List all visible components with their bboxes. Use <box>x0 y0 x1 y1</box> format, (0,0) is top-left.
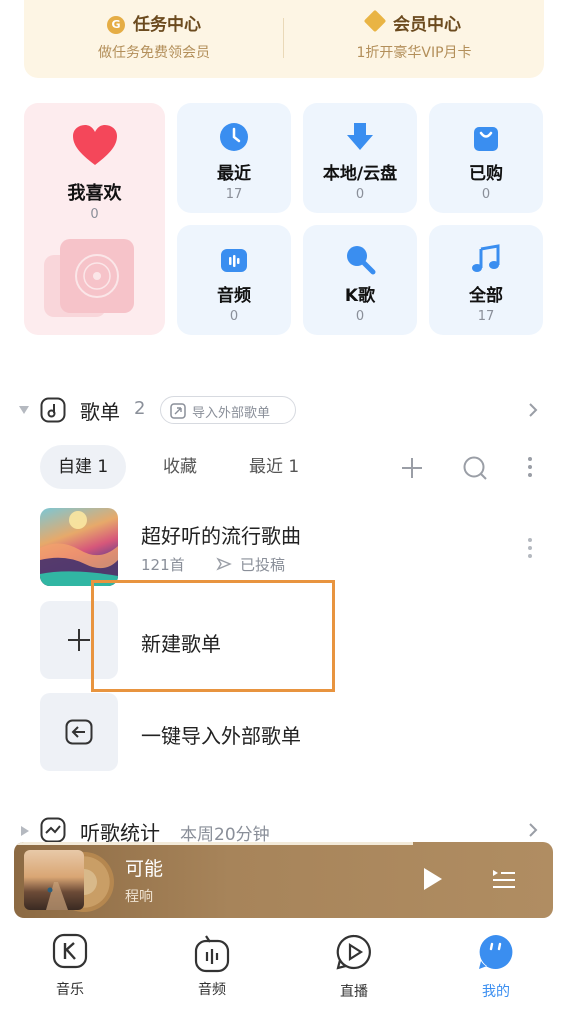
vip-center-card[interactable]: 会员中心 1折开豪华VIP月卡 <box>284 0 544 78</box>
nav-label: 我的 <box>482 984 510 1000</box>
favorites-count: 0 <box>90 207 99 222</box>
download-arrow-icon <box>347 123 373 150</box>
profile-face-icon <box>479 935 513 969</box>
vip-center-subtitle: 1折开豪华VIP月卡 <box>356 45 472 61</box>
tile-label: K歌 <box>344 286 376 306</box>
tile-local-cloud[interactable]: 本地/云盘 0 <box>303 103 417 213</box>
vip-diamond-icon <box>363 9 387 33</box>
stats-chevron-icon[interactable] <box>528 822 538 838</box>
playlist-section-header[interactable]: 歌单 2 导入外部歌单 <box>0 390 567 430</box>
now-playing-cover <box>24 850 84 910</box>
collapse-triangle-icon[interactable] <box>18 405 30 415</box>
tile-count: 0 <box>229 309 239 324</box>
tile-count: 17 <box>477 309 495 324</box>
nav-label: 直播 <box>340 984 368 1000</box>
tile-label: 最近 <box>217 164 251 184</box>
task-center-label: 任务中心 <box>133 15 201 35</box>
task-center-card[interactable]: G 任务中心 做任务免费领会员 <box>24 0 284 78</box>
plus-icon <box>68 629 90 651</box>
tile-count: 17 <box>225 187 243 202</box>
nav-label: 音频 <box>198 982 226 998</box>
tile-label: 音频 <box>217 286 251 306</box>
import-playlist-label: 一键导入外部歌单 <box>141 724 301 748</box>
more-vertical-icon[interactable] <box>527 455 533 479</box>
tab-recent[interactable]: 最近 1 <box>249 445 299 489</box>
play-icon[interactable] <box>422 866 444 892</box>
cover-road-image <box>46 882 68 910</box>
playlist-song-count: 121首 <box>141 556 185 574</box>
nav-music[interactable]: 音乐 <box>30 933 110 999</box>
k-music-icon <box>52 933 88 969</box>
tile-label: 本地/云盘 <box>322 164 398 184</box>
playlist-tabs: 自建 1 收藏 最近 1 <box>0 445 567 489</box>
playlist-item[interactable]: 超好听的流行歌曲 121首 已投稿 <box>0 508 567 588</box>
tab-collected[interactable]: 收藏 <box>163 445 197 489</box>
playlist-queue-icon[interactable] <box>491 867 517 891</box>
mini-player[interactable]: 可能 程响 <box>14 842 553 918</box>
bottom-nav: 音乐 音频 直播 我的 <box>0 925 567 1024</box>
tile-karaoke[interactable]: K歌 0 <box>303 225 417 335</box>
import-chip-label: 导入外部歌单 <box>192 406 271 421</box>
playlist-section-title: 歌单 <box>80 400 120 424</box>
task-center-title: G 任务中心 <box>24 10 284 35</box>
radio-icon <box>221 249 247 272</box>
import-playlist-row[interactable]: 一键导入外部歌单 <box>0 693 567 773</box>
cd-icon <box>75 254 119 298</box>
tile-label: 已购 <box>469 164 503 184</box>
playlist-more-icon[interactable] <box>527 536 533 560</box>
vip-center-title: 会员中心 <box>284 9 544 35</box>
expand-triangle-icon[interactable] <box>20 825 30 837</box>
vip-center-label: 会员中心 <box>393 15 461 35</box>
submitted-icon <box>216 557 232 571</box>
cover-art-image <box>40 511 118 586</box>
shopping-bag-icon <box>474 127 498 151</box>
playlist-count: 2 <box>134 398 146 419</box>
chevron-right-icon[interactable] <box>528 402 538 418</box>
nav-label: 音乐 <box>56 982 84 998</box>
now-playing-artist: 程响 <box>125 889 153 905</box>
task-center-subtitle: 做任务免费领会员 <box>98 45 210 61</box>
tile-count: 0 <box>355 187 365 202</box>
import-arrow-icon <box>65 719 93 745</box>
import-external-chip[interactable]: 导入外部歌单 <box>160 396 296 424</box>
tile-purchased[interactable]: 已购 0 <box>429 103 543 213</box>
nav-audio[interactable]: 音频 <box>172 933 252 999</box>
coin-icon: G <box>107 16 125 34</box>
tile-all[interactable]: 全部 17 <box>429 225 543 335</box>
heart-icon <box>73 125 117 165</box>
top-banner: G 任务中心 做任务免费领会员 会员中心 1折开豪华VIP月卡 <box>24 0 544 78</box>
favorites-label: 我喜欢 <box>67 183 122 204</box>
tile-audio[interactable]: 音频 0 <box>177 225 291 335</box>
tab-self-created[interactable]: 自建 1 <box>40 445 127 489</box>
favorites-tile[interactable]: 我喜欢 0 <box>24 103 165 335</box>
playlist-icon <box>40 397 66 423</box>
search-icon[interactable] <box>462 455 488 481</box>
highlight-box <box>91 580 335 692</box>
nav-mine[interactable]: 我的 <box>456 933 536 1001</box>
live-play-icon <box>336 934 371 970</box>
tile-count: 0 <box>355 309 365 324</box>
tile-count: 0 <box>481 187 491 202</box>
stats-icon <box>40 817 66 843</box>
playback-progress <box>14 842 413 845</box>
music-note-icon <box>472 244 500 272</box>
clock-icon <box>220 123 248 151</box>
tile-label: 全部 <box>469 286 503 306</box>
nav-live[interactable]: 直播 <box>314 933 394 1001</box>
playlist-name: 超好听的流行歌曲 <box>141 524 301 548</box>
tile-recent[interactable]: 最近 17 <box>177 103 291 213</box>
playlist-cover <box>40 508 118 586</box>
album-placeholder <box>60 239 134 313</box>
import-icon <box>170 403 186 419</box>
playlist-status: 已投稿 <box>240 556 286 574</box>
add-icon[interactable] <box>400 456 424 480</box>
import-playlist-tile[interactable] <box>40 693 118 771</box>
microphone-icon <box>347 246 376 275</box>
audio-bars-icon <box>194 935 230 973</box>
now-playing-title: 可能 <box>125 858 164 880</box>
